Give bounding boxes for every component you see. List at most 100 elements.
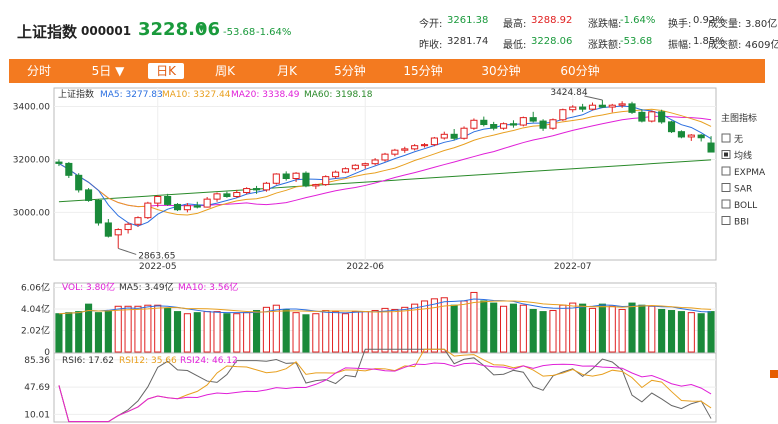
volume-bar	[361, 311, 369, 353]
tab-1[interactable]: 5日 ▼	[80, 63, 136, 79]
volume-bar	[94, 312, 103, 353]
candle-body	[381, 153, 389, 161]
price-change-pct: -1.64%	[256, 27, 292, 38]
candle-body	[85, 189, 93, 201]
candle-body	[193, 205, 201, 208]
candle-body	[134, 217, 142, 225]
rsi-tick-label: 10.01	[24, 410, 50, 420]
down-arrow-icon: ▼	[198, 24, 205, 34]
volume-bar	[450, 304, 458, 353]
candle-body	[154, 195, 162, 204]
candle-body	[628, 103, 636, 113]
volume-bar	[500, 305, 508, 353]
x-tick-label: 2022-06	[346, 262, 384, 272]
vol-legend-vol: VOL: 3.80亿	[62, 281, 115, 293]
tab-6[interactable]: 15分钟	[395, 63, 451, 79]
candle-body	[341, 168, 350, 173]
indicator-checkbox[interactable]	[721, 133, 731, 143]
candle-body	[539, 120, 547, 129]
volume-bar	[332, 311, 340, 353]
volume-bar	[519, 304, 527, 353]
indicator-option[interactable]: SAR	[734, 185, 752, 195]
candle-body	[420, 144, 429, 147]
tab-5[interactable]: 5分钟	[326, 63, 374, 79]
annotation-label: 3424.84	[550, 88, 587, 98]
volume-bar	[75, 311, 83, 353]
indicator-option[interactable]: EXPMA	[734, 168, 766, 178]
candle-body	[401, 148, 409, 151]
volume-bar	[213, 311, 221, 353]
volume-bar	[638, 304, 646, 353]
legend-title: 上证指数	[58, 88, 94, 100]
scroll-marker[interactable]	[770, 370, 778, 378]
candle-body	[312, 184, 320, 187]
candle-body	[529, 117, 537, 122]
candle-body	[164, 195, 172, 205]
candle-body	[687, 134, 695, 138]
volume-bar	[203, 311, 211, 353]
indicator-option[interactable]: BOLL	[734, 201, 757, 211]
checkbox-check	[724, 152, 728, 157]
volume-bar	[677, 311, 685, 353]
candle-body	[213, 193, 221, 200]
tab-4[interactable]: 月K	[267, 63, 307, 79]
tab-0[interactable]: 分时	[19, 63, 59, 79]
volume-bar	[233, 313, 241, 353]
candle-body	[549, 119, 557, 129]
index-name: 上证指数	[17, 23, 78, 41]
stat-value: 3281.74	[447, 36, 489, 47]
volume-bar	[312, 313, 320, 353]
volume-bar	[341, 313, 350, 353]
vol-tick-label: 4.04亿	[21, 303, 50, 315]
candle-body	[638, 111, 646, 122]
volume-bar	[164, 307, 172, 353]
candle-body	[55, 161, 63, 164]
volume-bar	[549, 310, 557, 353]
tab-8[interactable]: 60分钟	[552, 63, 608, 79]
indicator-checkbox[interactable]	[721, 216, 731, 225]
indicator-checkbox[interactable]	[721, 183, 731, 192]
indicator-checkbox[interactable]	[721, 199, 731, 209]
volume-bar	[134, 305, 142, 353]
tab-7[interactable]: 30分钟	[473, 63, 529, 79]
volume-bar	[371, 310, 379, 353]
indicator-panel-title: 主图指标	[721, 112, 757, 124]
volume-bar	[183, 313, 191, 353]
candle-body	[233, 192, 241, 197]
indicator-option[interactable]: 无	[734, 134, 743, 145]
stat-value: 3288.92	[531, 15, 573, 26]
candle-body	[203, 198, 211, 208]
volume-bar	[322, 310, 330, 353]
kline-chart[interactable]: 3000.00 3200.00 3400.00 2022-05 2022-06 2022-…	[0, 84, 778, 424]
indicator-option[interactable]: BBI	[734, 218, 749, 228]
volume-bar	[687, 312, 695, 353]
rsi-tick-label: 85.36	[24, 356, 50, 366]
volume-bar	[391, 308, 399, 353]
candle-body	[450, 133, 458, 139]
volume-bar	[124, 305, 132, 353]
candle-body	[65, 162, 73, 176]
quote-header: 上证指数 000001 3228.06 ▼ -53.68 -1.64% 今开: 3…	[0, 0, 778, 58]
y-tick-label: 3000.00	[13, 208, 50, 218]
candle-body	[104, 222, 112, 237]
candle-body	[608, 104, 616, 108]
candle-body	[243, 188, 251, 194]
indicator-option[interactable]: 均线	[734, 150, 752, 162]
volume-bar	[667, 310, 676, 353]
candle-body	[351, 164, 359, 170]
tab-3[interactable]: 周K	[207, 63, 243, 79]
y-tick-label: 3400.00	[13, 103, 50, 113]
rsi-tick-label: 47.69	[24, 383, 50, 393]
stat-label: 昨收:	[419, 40, 443, 51]
candle-body	[667, 121, 676, 133]
candle-body	[223, 193, 231, 197]
candle-body	[519, 117, 527, 126]
candle-body	[697, 134, 705, 139]
tab-2[interactable]: 日K	[148, 63, 184, 79]
candle-body	[173, 203, 182, 211]
candle-body	[272, 173, 280, 184]
stat-value: -1.64%	[620, 15, 656, 26]
indicator-checkbox[interactable]	[721, 166, 731, 176]
stat-label: 涨跌额:	[588, 40, 622, 51]
candle-body	[322, 176, 330, 186]
